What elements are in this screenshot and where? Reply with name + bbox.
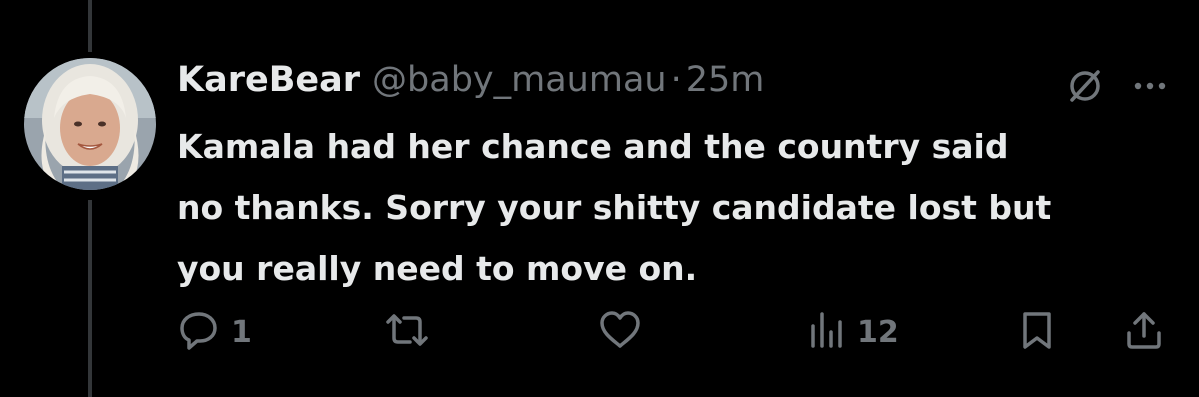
user-handle[interactable]: @baby_maumau: [372, 60, 667, 100]
bookmark-button[interactable]: [1017, 308, 1057, 356]
tweet-actions: 1 12: [177, 300, 1167, 360]
display-name[interactable]: KareBear: [177, 60, 360, 100]
views-button[interactable]: 12: [807, 308, 899, 356]
timestamp[interactable]: 25m: [686, 60, 765, 100]
bookmark-icon: [1017, 308, 1057, 356]
views-bars-icon: [807, 308, 847, 356]
views-count: 12: [857, 314, 899, 350]
retweet-icon: [382, 308, 432, 356]
avatar-image: [24, 58, 156, 190]
like-button[interactable]: [597, 308, 643, 356]
share-icon: [1122, 308, 1166, 356]
retweet-button[interactable]: [382, 308, 432, 356]
more-dots-icon[interactable]: [1133, 80, 1167, 92]
reply-icon: [177, 308, 221, 356]
reply-count: 1: [231, 314, 252, 350]
heart-icon: [597, 308, 643, 356]
share-button[interactable]: [1122, 308, 1166, 356]
tweet-header: KareBear @baby_maumau · 25m: [177, 60, 1167, 112]
thread-line-bottom: [88, 200, 92, 397]
avatar[interactable]: [24, 58, 156, 190]
header-actions: [1065, 66, 1167, 106]
tweet-text: Kamala had her chance and the country sa…: [177, 127, 1052, 288]
slashed-circle-icon[interactable]: [1065, 66, 1105, 106]
reply-button[interactable]: 1: [177, 308, 252, 356]
tweet-body: KareBear @baby_maumau · 25m Kamala had h…: [177, 60, 1167, 299]
thread-line-top: [88, 0, 92, 52]
separator-dot: ·: [670, 60, 682, 100]
